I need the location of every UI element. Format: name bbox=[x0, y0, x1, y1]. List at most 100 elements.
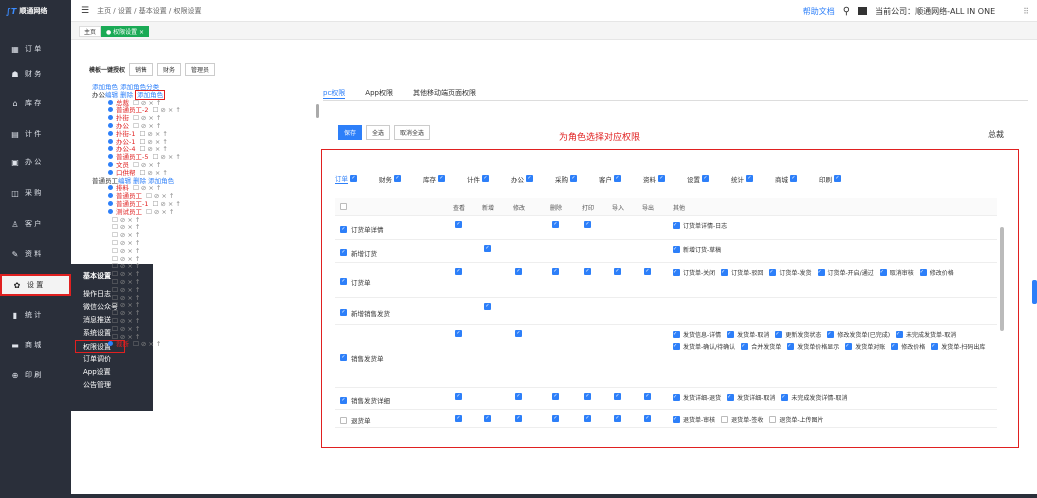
role-node-actions[interactable]: ☐ ⊘ × ↑ bbox=[133, 161, 161, 169]
role-node-actions[interactable]: ☐ ⊘ × ↑ bbox=[112, 255, 140, 263]
nav-item-order[interactable]: ▦ 订 单 bbox=[0, 38, 71, 60]
row-checkbox[interactable]: ✓ bbox=[340, 278, 347, 285]
role-node-actions[interactable]: ☐ ⊘ × ↑ bbox=[133, 122, 161, 130]
nav-item-piece[interactable]: ▤ 计 件 bbox=[0, 123, 71, 145]
permission-checkbox[interactable]: ✓ bbox=[817, 269, 825, 276]
other-permission-item[interactable]: ✓ 未完成发货单-取消 bbox=[896, 330, 956, 339]
other-permission-item[interactable]: ✓ 发货单价格显示 bbox=[787, 342, 839, 351]
nav-item-stats[interactable]: ▮ 统 计 bbox=[0, 304, 71, 326]
module-item[interactable]: 订单 ✓ bbox=[335, 173, 379, 184]
module-checkbox[interactable]: ✓ bbox=[438, 175, 445, 182]
permission-checkbox[interactable]: ✓ bbox=[827, 331, 835, 338]
other-permission-item[interactable]: 退货单-上传图片 bbox=[769, 415, 824, 424]
tab-home[interactable]: 主页 bbox=[79, 26, 102, 37]
permission-checkbox[interactable]: ✓ bbox=[455, 221, 462, 228]
other-permission-item[interactable]: ✓ 发货单-取消 bbox=[727, 330, 769, 339]
row-name[interactable]: 退货单 bbox=[340, 415, 371, 425]
permission-checkbox[interactable]: ✓ bbox=[614, 268, 621, 275]
permission-checkbox[interactable]: ✓ bbox=[673, 343, 680, 350]
row-name[interactable]: ✓ 订货单 bbox=[340, 277, 371, 287]
role-node-actions[interactable]: ☐ ⊘ × ↑ bbox=[112, 301, 140, 309]
permission-checkbox[interactable]: ✓ bbox=[673, 222, 680, 229]
other-permission-item[interactable]: ✓ 订货单-开启/通过 bbox=[817, 268, 874, 277]
role-node-actions[interactable]: ☐ ⊘ × ↑ bbox=[112, 278, 140, 286]
role-node-actions[interactable]: ☐ ⊘ × ↑ bbox=[152, 200, 180, 208]
permission-checkbox[interactable]: ✓ bbox=[781, 394, 789, 401]
row-name[interactable]: ✓ 订货单详情 bbox=[340, 224, 384, 234]
row-checkbox[interactable]: ✓ bbox=[340, 354, 347, 361]
other-permission-item[interactable]: ✓ 未完成发货详情-取消 bbox=[781, 393, 848, 402]
role-node-actions[interactable]: ☐ ⊘ × ↑ bbox=[112, 247, 140, 255]
tab-mobile-permission[interactable]: 其他移动端页面权限 bbox=[413, 88, 476, 99]
permission-checkbox[interactable]: ✓ bbox=[721, 269, 729, 276]
permission-checkbox[interactable]: ✓ bbox=[584, 393, 591, 400]
permission-checkbox[interactable]: ✓ bbox=[515, 415, 522, 422]
save-button[interactable]: 保存 bbox=[338, 125, 363, 140]
role-node-actions[interactable]: ☐ ⊘ × ↑ bbox=[112, 317, 140, 325]
permission-checkbox[interactable]: ✓ bbox=[484, 245, 491, 252]
module-checkbox[interactable]: ✓ bbox=[614, 175, 621, 182]
permission-checkbox[interactable]: ✓ bbox=[455, 393, 462, 400]
role-node[interactable]: 普通员工 bbox=[116, 192, 142, 200]
row-checkbox[interactable] bbox=[340, 416, 347, 424]
row-name[interactable]: ✓ 销售发货单 bbox=[340, 353, 384, 363]
select-all-rows-checkbox[interactable] bbox=[340, 203, 347, 210]
role-node-actions[interactable]: ☐ ⊘ × ↑ bbox=[112, 270, 140, 278]
tab-app-permission[interactable]: App权限 bbox=[365, 88, 393, 99]
row-name[interactable]: ✓ 销售发货详细 bbox=[340, 395, 390, 405]
permission-checkbox[interactable]: ✓ bbox=[552, 393, 559, 400]
tab-pc-permission[interactable]: pc权限 bbox=[323, 88, 346, 99]
role-node-actions[interactable]: ☐ ⊘ × ↑ bbox=[140, 169, 168, 177]
row-checkbox[interactable]: ✓ bbox=[340, 396, 347, 404]
module-item[interactable]: 资料 ✓ bbox=[643, 173, 687, 184]
other-permission-item[interactable]: ✓ 合并发货单 bbox=[741, 342, 781, 351]
module-checkbox[interactable]: ✓ bbox=[350, 175, 357, 182]
permission-checkbox[interactable]: ✓ bbox=[673, 331, 680, 338]
deselect-all-button[interactable]: 取消全选 bbox=[394, 125, 431, 140]
other-permission-item[interactable]: ✓ 更新发货状态 bbox=[775, 330, 821, 339]
tree-group-label[interactable]: 办公 bbox=[92, 91, 105, 99]
tree-group-label[interactable]: 普通员工 bbox=[92, 177, 118, 185]
permission-checkbox[interactable]: ✓ bbox=[769, 269, 777, 276]
permission-checkbox[interactable]: ✓ bbox=[673, 416, 680, 423]
permission-checkbox[interactable]: ✓ bbox=[775, 331, 783, 338]
role-node-actions[interactable]: ☐ ⊘ × ↑ bbox=[112, 325, 140, 333]
permission-checkbox[interactable]: ✓ bbox=[919, 269, 927, 276]
module-item[interactable]: 统计 ✓ bbox=[731, 173, 775, 184]
permission-checkbox[interactable]: ✓ bbox=[644, 415, 651, 422]
permission-checkbox[interactable]: ✓ bbox=[879, 269, 887, 276]
screen-icon[interactable] bbox=[858, 7, 868, 15]
role-node[interactable]: 裁断 bbox=[116, 340, 129, 348]
module-item[interactable]: 设置 ✓ bbox=[687, 173, 731, 184]
table-scrollbar[interactable] bbox=[1000, 227, 1004, 331]
role-node-actions[interactable]: ☐ ⊘ × ↑ bbox=[133, 114, 161, 122]
permission-checkbox[interactable]: ✓ bbox=[931, 343, 939, 350]
row-checkbox[interactable]: ✓ bbox=[340, 225, 347, 233]
grant-sales-button[interactable]: 销售 bbox=[129, 63, 154, 76]
app-grid-icon[interactable]: ⠿ bbox=[1023, 7, 1029, 16]
module-checkbox[interactable]: ✓ bbox=[526, 175, 533, 182]
permission-checkbox[interactable]: ✓ bbox=[673, 246, 680, 253]
row-name[interactable]: ✓ 新增订货 bbox=[340, 248, 377, 258]
permission-checkbox[interactable]: ✓ bbox=[552, 415, 559, 422]
other-permission-item[interactable]: 退货单-签收 bbox=[721, 415, 763, 424]
nav-item-settings[interactable]: ✿ 设 置 bbox=[0, 274, 71, 296]
role-node-actions[interactable]: ☐ ⊘ × ↑ bbox=[112, 239, 140, 247]
module-item[interactable]: 库存 ✓ bbox=[423, 173, 467, 184]
floating-side-tab[interactable] bbox=[1032, 280, 1037, 304]
logo[interactable]: ∫T 顺通网络 bbox=[0, 0, 71, 22]
permission-checkbox[interactable]: ✓ bbox=[896, 331, 904, 338]
module-checkbox[interactable]: ✓ bbox=[570, 175, 577, 182]
module-item[interactable]: 办公 ✓ bbox=[511, 173, 555, 184]
nav-item-customer[interactable]: ♙ 客 户 bbox=[0, 213, 71, 235]
module-checkbox[interactable]: ✓ bbox=[702, 175, 709, 182]
role-node-actions[interactable]: ☐ ⊘ × ↑ bbox=[112, 309, 140, 317]
role-node-actions[interactable]: ☐ ⊘ × ↑ bbox=[133, 340, 161, 348]
other-permission-item[interactable]: ✓ 订货单-发货 bbox=[769, 268, 812, 277]
nav-item-purchase[interactable]: ◫ 采 购 bbox=[0, 182, 71, 204]
permission-checkbox[interactable]: ✓ bbox=[644, 393, 651, 400]
module-item[interactable]: 商城 ✓ bbox=[775, 173, 819, 184]
tree-edit-link[interactable]: 编辑 bbox=[105, 91, 118, 99]
role-node[interactable]: 扑街 bbox=[116, 114, 129, 122]
role-node-actions[interactable]: ☐ ⊘ × ↑ bbox=[112, 223, 140, 231]
